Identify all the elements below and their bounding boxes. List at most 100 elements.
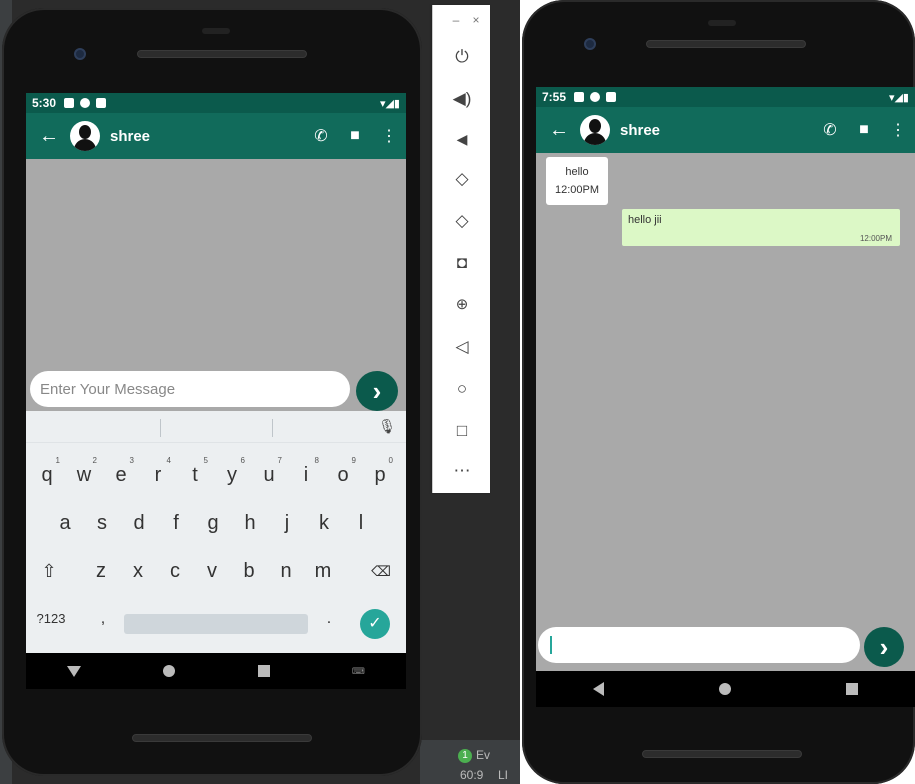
event-log-label[interactable]: Ev — [476, 748, 490, 762]
phone-call-icon[interactable]: ✆ — [304, 126, 338, 146]
key-t[interactable]: t5 — [180, 455, 210, 495]
shift-key-icon[interactable]: ⇧ — [34, 551, 64, 591]
message-time: 12:00PM — [859, 234, 892, 243]
back-arrow-icon[interactable]: ← — [544, 119, 574, 142]
left-phone-screen: 5:30 ▾◢▮ ← shree ✆ ■ ⋮ Enter Your Messag… — [26, 93, 406, 689]
key-number-hint: 8 — [314, 456, 319, 465]
send-button[interactable]: › — [356, 371, 398, 411]
more-icon[interactable]: ⋯ — [433, 461, 491, 481]
key-z[interactable]: z — [86, 551, 116, 591]
status-time: 7:55 — [542, 90, 567, 104]
avatar[interactable] — [70, 121, 100, 151]
key-f[interactable]: f — [161, 503, 191, 543]
send-arrow-icon: › — [879, 632, 889, 662]
ide-status-bar: 1 Ev 60:9 LI — [420, 740, 520, 784]
message-input[interactable] — [538, 627, 860, 663]
zoom-icon[interactable]: ⊕ — [433, 295, 491, 313]
key-r[interactable]: r4 — [143, 455, 173, 495]
more-vert-icon[interactable]: ⋮ — [372, 126, 406, 146]
key-n[interactable]: n — [271, 551, 301, 591]
video-call-icon[interactable]: ■ — [338, 127, 372, 145]
phone-call-icon[interactable]: ✆ — [813, 120, 847, 140]
message-input[interactable]: Enter Your Message — [30, 371, 350, 407]
key-s[interactable]: s — [87, 503, 117, 543]
camera-icon[interactable]: ◘ — [433, 253, 491, 273]
send-arrow-icon: › — [372, 376, 382, 406]
top-speaker — [646, 40, 806, 48]
key-p[interactable]: p0 — [365, 455, 395, 495]
bottom-speaker — [642, 750, 802, 758]
period-key[interactable]: . — [314, 599, 344, 639]
key-b[interactable]: b — [234, 551, 264, 591]
overview-nav-icon[interactable] — [257, 665, 270, 677]
key-i[interactable]: i8 — [291, 455, 321, 495]
front-camera — [74, 48, 86, 60]
rotate-right-icon[interactable]: ◇ — [433, 211, 491, 231]
comma-key[interactable]: , — [88, 599, 118, 639]
back-nav-icon[interactable] — [67, 665, 82, 677]
key-j[interactable]: j — [272, 503, 302, 543]
key-a[interactable]: a — [50, 503, 80, 543]
key-number-hint: 6 — [240, 456, 245, 465]
key-v[interactable]: v — [197, 551, 227, 591]
key-g[interactable]: g — [198, 503, 228, 543]
key-x[interactable]: x — [123, 551, 153, 591]
sync-icon — [80, 98, 91, 108]
volume-down-icon[interactable]: ◀︎ — [433, 131, 491, 148]
key-o[interactable]: o9 — [328, 455, 358, 495]
close-icon[interactable]: × — [447, 13, 505, 27]
signal-battery-icon: ▾◢▮ — [379, 97, 400, 110]
key-y[interactable]: y6 — [217, 455, 247, 495]
microphone-icon[interactable]: 🎙︎ — [378, 418, 396, 435]
top-speaker — [137, 50, 307, 58]
rotate-left-icon[interactable]: ◇ — [433, 169, 491, 189]
emulator-toolbar: – × ⏻ ◀︎) ◀︎ ◇ ◇ ◘ ⊕ ◁ ○ □ ⋯ — [432, 5, 490, 493]
key-m[interactable]: m — [308, 551, 338, 591]
back-icon[interactable]: ◁ — [433, 337, 491, 357]
space-key[interactable] — [124, 614, 308, 634]
key-l[interactable]: l — [346, 503, 376, 543]
back-arrow-icon[interactable]: ← — [34, 125, 64, 148]
outgoing-message-bubble[interactable]: hello jii 12:00PM — [622, 209, 900, 246]
message-text: hello jii — [628, 214, 662, 226]
key-number-hint: 4 — [166, 456, 171, 465]
contact-name[interactable]: shree — [110, 128, 150, 145]
back-nav-icon[interactable] — [593, 682, 605, 696]
backspace-key-icon[interactable]: ⌫ — [366, 551, 396, 591]
line-separator-label: LI — [498, 768, 509, 782]
key-number-hint: 3 — [129, 456, 134, 465]
key-q[interactable]: q1 — [32, 455, 62, 495]
soft-keyboard: 🎙︎ q1w2e3r4t5y6u7i8o9p0 asdfghjkl ⇧ zxcv… — [26, 411, 406, 653]
navigation-bar — [536, 671, 915, 707]
home-icon[interactable]: ○ — [433, 379, 491, 399]
more-vert-icon[interactable]: ⋮ — [881, 120, 915, 140]
done-check-icon[interactable]: ✓ — [360, 609, 390, 639]
avatar[interactable] — [580, 115, 610, 145]
event-log-badge[interactable]: 1 — [458, 749, 472, 763]
contact-name[interactable]: shree — [620, 122, 660, 139]
signal-battery-icon: ▾◢▮ — [888, 91, 909, 104]
key-u[interactable]: u7 — [254, 455, 284, 495]
suggestion-divider — [160, 419, 161, 437]
key-c[interactable]: c — [160, 551, 190, 591]
chat-toolbar: ← shree ✆ ■ ⋮ — [536, 107, 915, 153]
incoming-message-bubble[interactable]: hello 12:00PM — [546, 157, 608, 205]
home-nav-icon[interactable] — [718, 683, 731, 695]
keyboard-switch-icon[interactable]: ⌨ — [352, 666, 365, 677]
key-e[interactable]: e3 — [106, 455, 136, 495]
phone-notch — [202, 28, 230, 34]
key-k[interactable]: k — [309, 503, 339, 543]
key-w[interactable]: w2 — [69, 455, 99, 495]
video-call-icon[interactable]: ■ — [847, 121, 881, 139]
suggestion-strip: 🎙︎ — [26, 411, 406, 443]
symbols-key[interactable]: ?123 — [30, 599, 72, 639]
overview-icon[interactable]: □ — [433, 421, 491, 441]
volume-up-icon[interactable]: ◀︎) — [433, 89, 491, 109]
home-nav-icon[interactable] — [163, 665, 176, 677]
send-button[interactable]: › — [864, 627, 904, 667]
chat-toolbar: ← shree ✆ ■ ⋮ — [26, 113, 406, 159]
power-icon[interactable]: ⏻ — [433, 47, 491, 67]
overview-nav-icon[interactable] — [845, 683, 858, 695]
key-h[interactable]: h — [235, 503, 265, 543]
key-d[interactable]: d — [124, 503, 154, 543]
